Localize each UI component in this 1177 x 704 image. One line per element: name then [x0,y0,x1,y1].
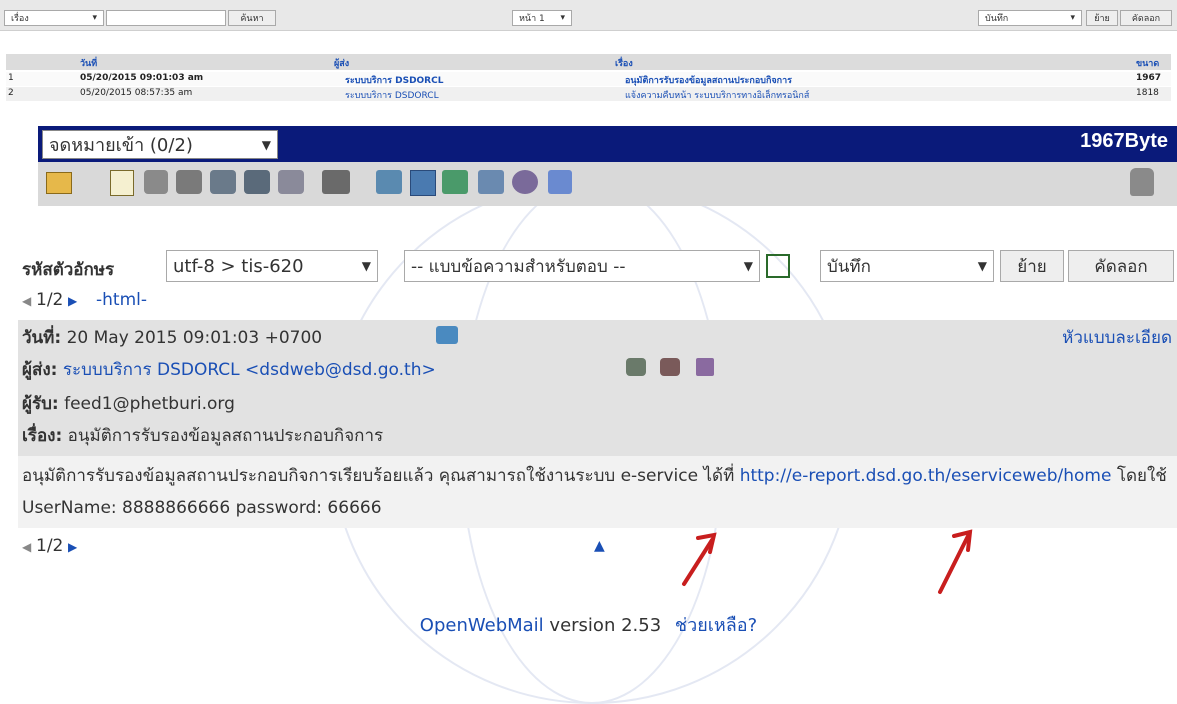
arrow-password [938,529,973,594]
footer-version: version 2.53 [549,615,662,636]
footer: OpenWebMail version 2.53 ช่วยเหลือ? [0,610,1177,639]
footer-help-link[interactable]: ช่วยเหลือ? [675,615,757,636]
arrow-username [682,532,717,586]
footer-app-link[interactable]: OpenWebMail [420,615,544,636]
annotation-arrows [682,529,973,594]
